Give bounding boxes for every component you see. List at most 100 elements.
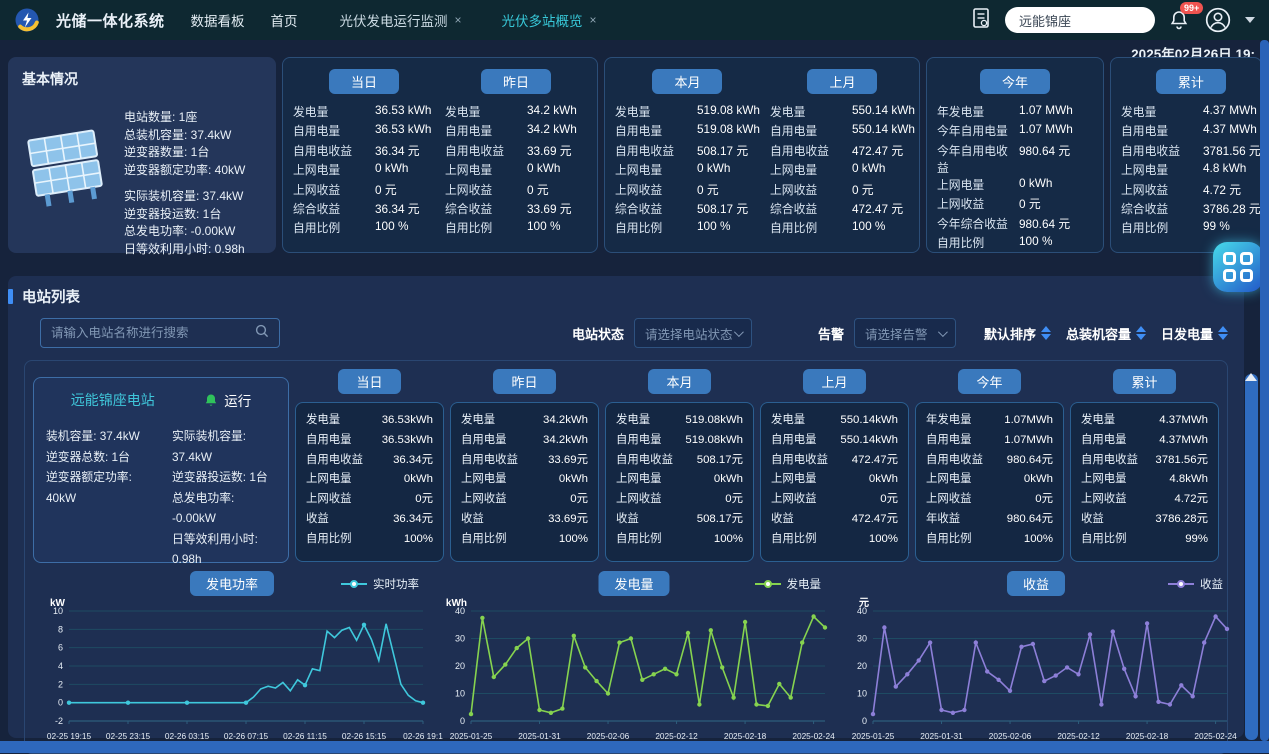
station-stat-line: 总发电功率: -0.00kW [172, 488, 276, 529]
period-pill-button[interactable]: 累计 [1156, 69, 1226, 94]
period-pill-button[interactable]: 累计 [1113, 369, 1175, 394]
chart-title-button[interactable]: 收益 [1007, 571, 1065, 596]
stat-row: 自用电收益 980.64元 [926, 451, 1053, 471]
stat-label: 综合收益 [1121, 200, 1203, 217]
period-stat-card: 发电量 4.37MWh 自用电量 4.37MWh 自用电收益 3781.56元 [1070, 402, 1219, 562]
period-pill-button[interactable]: 今年 [980, 69, 1050, 94]
tab-close-icon[interactable]: × [590, 13, 597, 27]
period-pill-button[interactable]: 昨日 [481, 69, 551, 94]
stat-row: 上网收益 0元 [461, 490, 588, 510]
sort-button[interactable]: 总装机容量 [1066, 324, 1146, 343]
main-nav: 数据看板 首页 [191, 10, 298, 30]
list-vertical-scrollbar[interactable] [1245, 356, 1258, 738]
period-pill-button[interactable]: 上月 [807, 69, 877, 94]
stat-label: 上网收益 [771, 490, 817, 510]
alarm-filter-select[interactable]: 请选择告警 [854, 318, 956, 348]
header-search-input[interactable] [1005, 7, 1155, 33]
stat-label: 今年自用电收益 [937, 142, 1019, 176]
stat-value: 0元 [880, 490, 898, 510]
status-filter-select[interactable]: 请选择电站状态 [634, 318, 752, 348]
station-status-text: 运行 [224, 390, 251, 410]
stat-value: 1.07MWh [1004, 431, 1053, 451]
stat-row: 上网电量 0 kWh [615, 161, 760, 180]
stat-label: 自用电量 [461, 431, 507, 451]
summary-card: 当日 发电量 36.53 kWh 自用电量 36.53 kWh [282, 57, 598, 253]
stat-value: 100 % [852, 219, 885, 233]
stat-row: 今年自用电量 1.07 MWh [937, 122, 1093, 141]
basic-stat-line: 逆变器额定功率: 40kW [124, 162, 245, 180]
status-bell-icon [204, 393, 218, 408]
stat-row: 自用电量 519.08 kWh [615, 122, 760, 141]
station-list-header: 电站列表 [24, 286, 1228, 307]
nav-item[interactable]: 数据看板 [191, 10, 245, 30]
station-list-title: 电站列表 [22, 286, 80, 307]
legend-label: 实时功率 [373, 576, 419, 592]
horizontal-scrollbar[interactable] [0, 741, 1269, 753]
station-name-link[interactable]: 远能锦座电站 [71, 390, 155, 410]
period-pill-button[interactable]: 当日 [329, 69, 399, 94]
stat-row: 自用比例 99 % [1121, 219, 1261, 238]
period-pill-button[interactable]: 今年 [958, 369, 1020, 394]
stat-value: 0 kWh [1019, 176, 1052, 190]
stat-value: 0kWh [404, 470, 433, 490]
stat-value: 0 kWh [697, 161, 730, 175]
period-column: 今年 年发电量 1.07MWh 自用电量 1.07MWh [915, 369, 1064, 563]
station-search-box[interactable] [40, 318, 280, 348]
app-logo-icon [14, 7, 40, 33]
tab[interactable]: 光伏发电运行监测 × [340, 10, 462, 30]
stat-label: 自用比例 [937, 234, 1019, 251]
station-search-input[interactable] [51, 326, 255, 340]
chart-legend[interactable]: 收益 [1168, 576, 1223, 592]
stat-value: 980.64 元 [1019, 215, 1070, 232]
chart-legend[interactable]: 实时功率 [341, 576, 419, 592]
stat-row: 发电量 36.53kWh [306, 411, 433, 431]
line-chart: 发电功率 实时功率 -20246810kW02-25 19:1502-25 23… [33, 571, 431, 743]
nav-item[interactable]: 首页 [271, 10, 298, 30]
charts-row: 发电功率 实时功率 -20246810kW02-25 19:1502-25 23… [33, 571, 1219, 743]
grid-icon [1223, 252, 1253, 282]
stat-value: 36.34 元 [375, 200, 420, 217]
stat-row: 自用比例 100% [771, 530, 898, 550]
period-pill-button[interactable]: 上月 [803, 369, 865, 394]
stat-row: 自用电量 550.14 kWh [770, 122, 915, 141]
svg-text:2025-02-18: 2025-02-18 [1126, 731, 1169, 741]
stat-value: 472.47 元 [852, 200, 903, 217]
stat-label: 自用电收益 [1081, 451, 1138, 471]
stat-row: 自用比例 100 % [615, 219, 760, 238]
basic-info-title: 基本情况 [22, 69, 262, 89]
user-menu-caret-icon[interactable] [1245, 17, 1255, 23]
stat-row: 上网电量 0kWh [616, 470, 743, 490]
period-pill-button[interactable]: 昨日 [493, 369, 555, 394]
station-info-card: 远能锦座电站 运行 装机容量: 37.4kW逆变器总数: 1台逆变器额定功率: … [33, 377, 289, 563]
page-vertical-scrollbar[interactable] [1260, 40, 1269, 741]
report-icon[interactable] [971, 7, 991, 34]
stat-label: 上网收益 [616, 490, 662, 510]
period-pill-button[interactable]: 当日 [338, 369, 400, 394]
chart-title-button[interactable]: 发电量 [598, 571, 669, 596]
chart-legend[interactable]: 发电量 [755, 576, 822, 592]
stat-label: 自用电收益 [306, 451, 363, 471]
stat-row: 自用电收益 3781.56元 [1081, 451, 1208, 471]
period-pill-button[interactable]: 本月 [652, 69, 722, 94]
chart-title-button[interactable]: 发电功率 [190, 571, 274, 596]
stat-label: 自用比例 [616, 530, 662, 550]
user-avatar[interactable] [1205, 7, 1231, 33]
summary-cards: 当日 发电量 36.53 kWh 自用电量 36.53 kWh [282, 57, 1262, 253]
legend-line-icon [755, 583, 781, 585]
sort-button[interactable]: 默认排序 [984, 324, 1051, 343]
stat-value: 980.64元 [1007, 451, 1053, 471]
stat-value: 100 % [697, 219, 730, 233]
tab-close-icon[interactable]: × [455, 13, 462, 27]
period-pill-button[interactable]: 本月 [648, 369, 710, 394]
sort-button[interactable]: 日发电量 [1161, 324, 1228, 343]
tab[interactable]: 光伏多站概览 × [502, 10, 597, 30]
scroll-up-arrow-icon[interactable] [1245, 356, 1257, 381]
svg-text:2025-01-31: 2025-01-31 [920, 731, 963, 741]
notification-bell-icon[interactable]: 99+ [1169, 9, 1191, 31]
basic-info-panel: 基本情况 [8, 57, 276, 253]
svg-text:20: 20 [857, 661, 867, 671]
stat-value: 550.14kWh [840, 411, 898, 431]
stat-label: 综合收益 [615, 200, 697, 217]
apps-grid-button[interactable] [1213, 242, 1263, 292]
stat-value: 0 元 [375, 181, 397, 198]
